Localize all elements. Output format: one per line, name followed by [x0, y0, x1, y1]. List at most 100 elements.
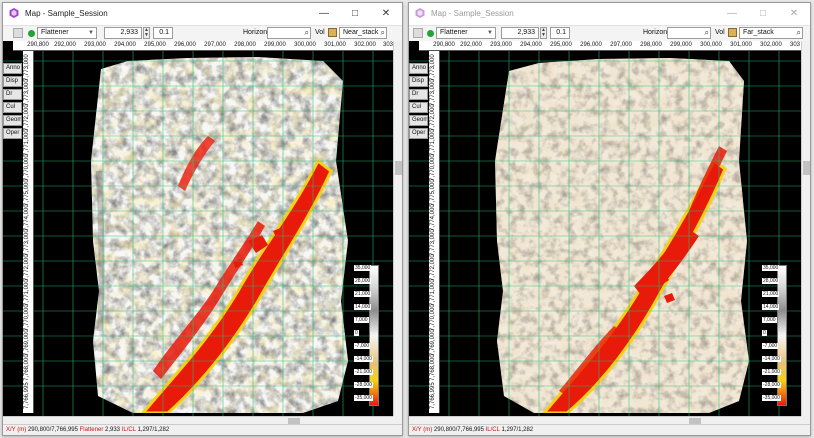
y-tick: 7,773,000 [24, 229, 30, 256]
x-tick: 298,000 [234, 42, 256, 48]
x-axis: 290,800 292,000 293,000 294,000 295,000 … [419, 41, 801, 51]
app-icon [9, 8, 19, 18]
titlebar[interactable]: Map - Sample_Session — □ ✕ [3, 3, 402, 26]
y-tick: 7,771,000 [24, 129, 30, 156]
xy-label: X/Y (m) [6, 427, 27, 433]
colorbar-label: -21,000 [762, 369, 781, 375]
search-icon[interactable]: ⌕ [305, 28, 309, 38]
x-tick: 303 [382, 42, 393, 48]
vertical-scrollbar[interactable] [801, 41, 810, 416]
volume-field[interactable]: Near_stack ⌕ [339, 27, 387, 39]
vertical-scrollbar[interactable] [393, 41, 402, 416]
x-tick: 292,000 [460, 42, 482, 48]
y-tick: 7,766,995 [430, 382, 436, 409]
step-input[interactable]: 0.1 [550, 27, 570, 39]
colorbar-label: 21,000 [762, 291, 780, 297]
minimize-icon[interactable]: — [718, 3, 746, 25]
y-tick: 7,773,000 [24, 54, 30, 81]
y-tick: 7,769,000 [24, 329, 30, 356]
x-tick: 299,000 [264, 42, 286, 48]
seismic-map-canvas[interactable] [3, 41, 393, 416]
window-title: Map - Sample_Session [25, 9, 108, 18]
tab-draw[interactable]: Dr [409, 89, 428, 100]
ilcl-value: 1,297/1,282 [501, 427, 534, 433]
status-dot-icon [427, 30, 434, 37]
tab-operations[interactable]: Oper [3, 128, 22, 139]
tab-display[interactable]: Disp [409, 76, 428, 87]
x-axis: 290,800 292,000 293,000 294,000 295,000 … [13, 41, 393, 51]
tab-annotation[interactable]: Anno [3, 63, 22, 74]
tab-operations[interactable]: Oper [409, 128, 428, 139]
map-window-near-stack: Map - Sample_Session — □ ✕ Flattener ▼ 2,… [2, 2, 403, 436]
x-tick: 303 [789, 42, 801, 48]
colorbar-label: -7,000 [354, 343, 371, 349]
colorbar-label: 28,000 [354, 278, 372, 284]
search-icon[interactable]: ⌕ [797, 28, 801, 38]
colorbar-label: -35,000 [354, 395, 373, 401]
tab-geometry[interactable]: Geom [3, 115, 22, 126]
search-icon[interactable]: ⌕ [705, 28, 709, 38]
colorbar-label: 7,000 [762, 317, 777, 323]
vol-label: Vol [715, 29, 725, 36]
method-value: Flattener [440, 29, 468, 36]
xy-value: 290,800/7,766,995 [433, 427, 484, 433]
horizon-field[interactable]: ⌕ [667, 27, 711, 39]
ilcl-label: IL/CL [121, 427, 136, 433]
colorbar-label: 28,000 [762, 278, 780, 284]
minimize-icon[interactable]: — [310, 3, 338, 25]
horizon-field[interactable]: ⌕ [267, 27, 311, 39]
y-axis: 7,773,000 7,773,000 7,772,000 7,771,000 … [23, 51, 34, 413]
close-icon[interactable]: ✕ [780, 3, 808, 25]
maximize-icon[interactable]: □ [749, 3, 777, 25]
y-tick: 7,772,000 [430, 104, 436, 131]
y-tick: 7,770,000 [24, 304, 30, 331]
titlebar[interactable]: Map - Sample_Session — □ ✕ [409, 3, 810, 26]
layer-icon[interactable] [13, 28, 23, 38]
tab-geometry[interactable]: Geom [409, 115, 428, 126]
scroll-thumb[interactable] [395, 161, 402, 175]
method-select[interactable]: Flattener ▼ [37, 27, 97, 39]
y-tick: 7,775,000 [24, 179, 30, 206]
ilcl-value: 1,297/1,282 [137, 427, 170, 433]
y-tick: 7,771,000 [430, 129, 436, 156]
step-input[interactable]: 0.1 [153, 27, 173, 39]
ilcl-label: IL/CL [485, 427, 500, 433]
x-tick: 293,000 [490, 42, 512, 48]
volume-value: Near_stack [343, 29, 379, 36]
method-select[interactable]: Flattener ▼ [436, 27, 496, 39]
value-input[interactable]: 2,933 [104, 27, 142, 39]
y-tick: 7,773,000 [430, 54, 436, 81]
value-spinner[interactable]: ▲ ▼ [540, 27, 547, 39]
scroll-thumb[interactable] [803, 161, 810, 175]
tab-display[interactable]: Disp [3, 76, 22, 87]
close-icon[interactable]: ✕ [372, 3, 400, 25]
tab-cultural[interactable]: Cul [3, 102, 22, 113]
colorbar-label: 0 [762, 330, 767, 336]
colorbar-label: -28,000 [762, 382, 781, 388]
x-tick: 296,000 [174, 42, 196, 48]
colorbar-label: 35,000 [354, 265, 372, 271]
y-tick: 7,773,000 [24, 79, 30, 106]
search-icon[interactable]: ⌕ [381, 28, 385, 38]
x-tick: 290,800 [27, 42, 49, 48]
colorbar-label: 7,000 [354, 317, 369, 323]
maximize-icon[interactable]: □ [341, 3, 369, 25]
x-tick: 298,000 [640, 42, 662, 48]
layer-icon[interactable] [413, 28, 423, 38]
tab-cultural[interactable]: Cul [409, 102, 428, 113]
x-tick: 301,000 [324, 42, 346, 48]
x-tick: 295,000 [144, 42, 166, 48]
colorbar-label: -14,000 [354, 356, 373, 362]
colorbar-label: -21,000 [354, 369, 373, 375]
tab-draw[interactable]: Dr [3, 89, 22, 100]
tab-annotation[interactable]: Anno [409, 63, 428, 74]
colorbar-label: -35,000 [762, 395, 781, 401]
x-tick: 295,000 [550, 42, 572, 48]
value-spinner[interactable]: ▲ ▼ [143, 27, 150, 39]
colorbar-label: 14,000 [354, 304, 372, 310]
value-input[interactable]: 2,933 [501, 27, 539, 39]
horizon-label: Horizon [243, 29, 268, 36]
volume-field[interactable]: Far_stack ⌕ [739, 27, 803, 39]
seismic-map-canvas[interactable] [409, 41, 801, 416]
y-tick: 7,768,000 [24, 354, 30, 381]
